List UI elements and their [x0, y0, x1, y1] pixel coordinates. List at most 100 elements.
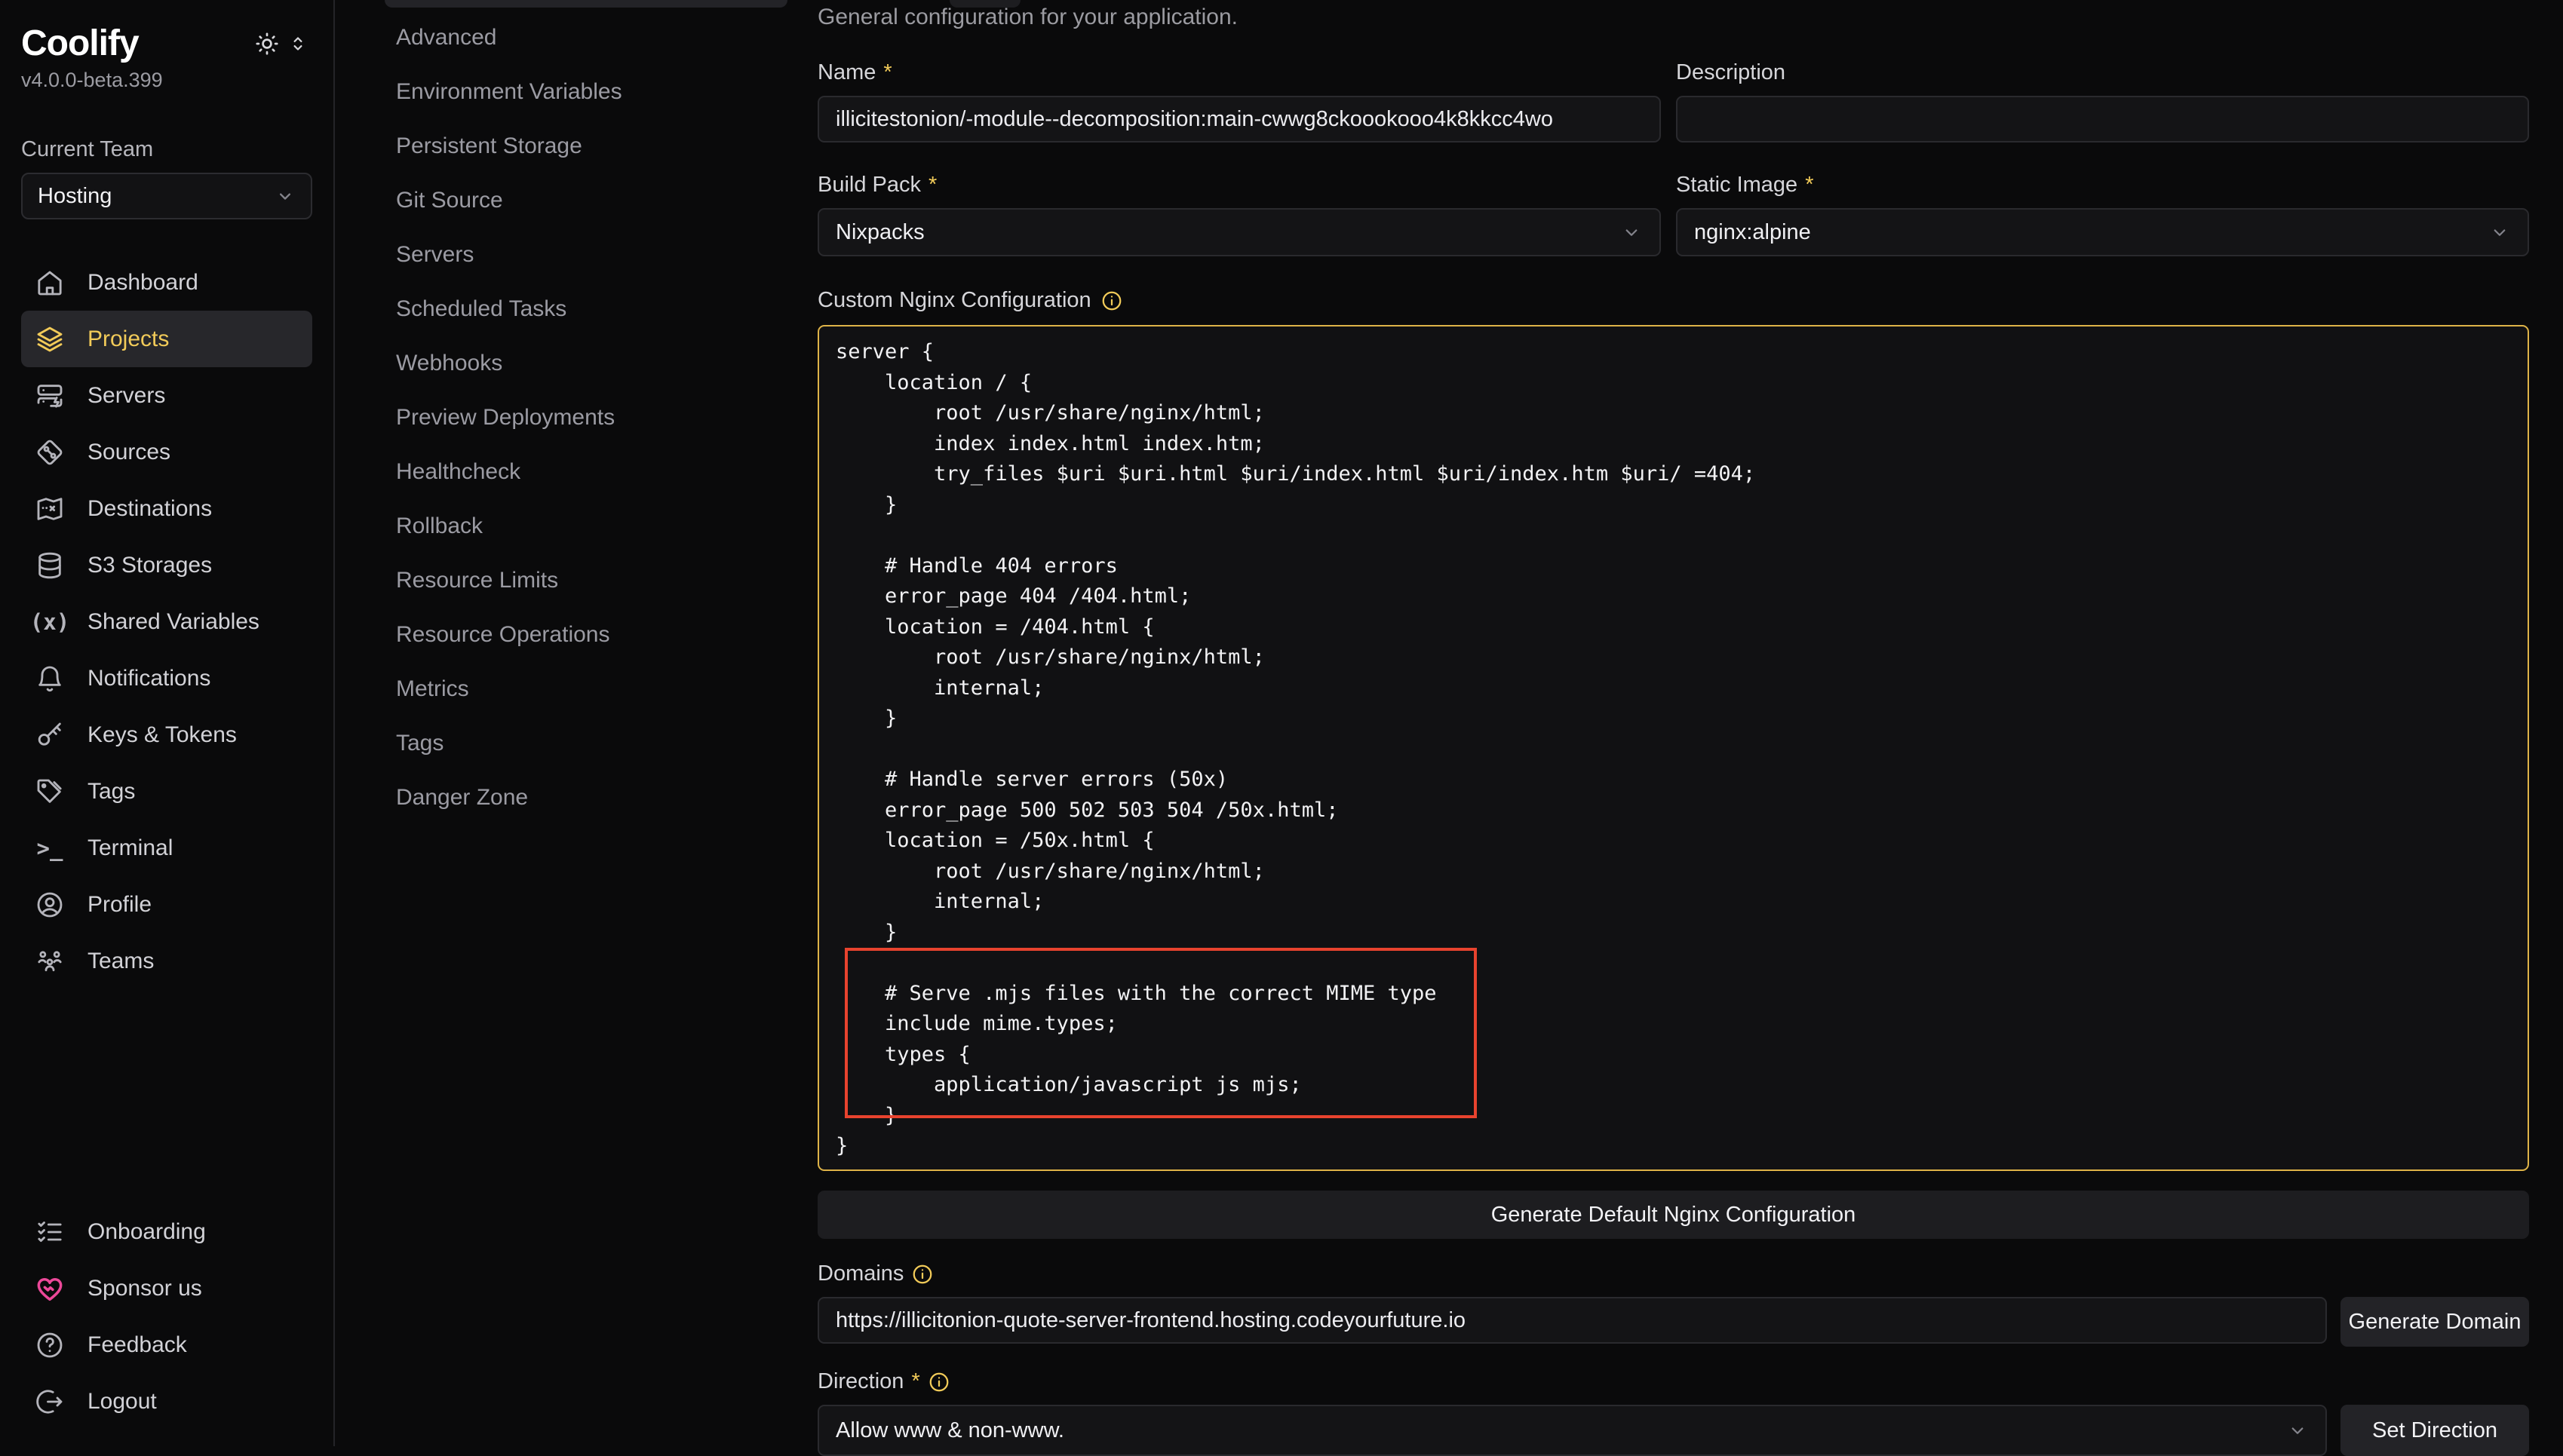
settings-nav-danger-zone[interactable]: Danger Zone: [396, 771, 818, 825]
sidebar-item-tags[interactable]: Tags: [21, 763, 312, 820]
settings-nav-advanced[interactable]: Advanced: [396, 11, 818, 65]
name-label: Name *: [818, 60, 1661, 85]
key-icon: [33, 720, 66, 750]
sidebar-item-label: Destinations: [87, 496, 212, 522]
name-input[interactable]: [818, 96, 1661, 143]
users-icon: [33, 946, 66, 976]
static-image-label: Static Image *: [1676, 173, 2529, 198]
info-icon[interactable]: [1100, 290, 1123, 312]
settings-nav-webhooks[interactable]: Webhooks: [396, 336, 818, 391]
app-logo: Coolify: [21, 23, 139, 64]
static-image-select[interactable]: nginx:alpine: [1676, 208, 2529, 256]
red-annotation-box: [845, 948, 1477, 1118]
settings-nav-resource-operations[interactable]: Resource Operations: [396, 608, 818, 662]
sidebar-item-sources[interactable]: Sources: [21, 424, 312, 480]
settings-nav-git-source[interactable]: Git Source: [396, 173, 818, 228]
domains-input[interactable]: [818, 1297, 2327, 1344]
sidebar-item-sponsor-us[interactable]: Sponsor us: [21, 1260, 312, 1317]
sidebar-item-profile[interactable]: Profile: [21, 876, 312, 933]
sidebar-item-feedback[interactable]: Feedback: [21, 1317, 312, 1373]
sidebar-item-label: Keys & Tokens: [87, 722, 237, 748]
server-icon: [33, 381, 66, 411]
chevron-down-icon: [1620, 221, 1643, 244]
sidebar-item-shared-variables[interactable]: (x) Shared Variables: [21, 593, 312, 650]
chevrons-up-down-icon: [287, 32, 309, 55]
nginx-config-label: Custom Nginx Configuration: [818, 288, 2529, 313]
required-asterisk: *: [883, 60, 892, 85]
settings-nav-metrics[interactable]: Metrics: [396, 662, 818, 716]
sidebar-item-label: Notifications: [87, 666, 210, 691]
required-asterisk: *: [1805, 173, 1813, 198]
theme-toggle-button[interactable]: [250, 27, 284, 60]
chevron-down-icon: [275, 185, 296, 207]
sidebar-item-destinations[interactable]: Destinations: [21, 480, 312, 537]
team-select[interactable]: Hosting: [21, 173, 312, 219]
sidebar-item-label: Dashboard: [87, 270, 198, 296]
sidebar-item-teams[interactable]: Teams: [21, 933, 312, 989]
bell-icon: [33, 664, 66, 694]
sidebar-item-dashboard[interactable]: Dashboard: [21, 254, 312, 311]
info-icon[interactable]: [911, 1263, 934, 1286]
database-icon: [33, 550, 66, 581]
build-pack-select[interactable]: Nixpacks: [818, 208, 1661, 256]
sidebar-item-notifications[interactable]: Notifications: [21, 650, 312, 707]
sidebar-item-logout[interactable]: Logout: [21, 1373, 312, 1430]
logout-icon: [33, 1387, 66, 1417]
sidebar-item-label: Tags: [87, 779, 135, 805]
direction-select[interactable]: Allow www & non-www.: [818, 1405, 2327, 1456]
terminal-icon: >_: [33, 835, 66, 861]
sidebar-item-onboarding[interactable]: Onboarding: [21, 1203, 312, 1260]
sidebar-item-label: Sources: [87, 440, 170, 465]
settings-nav-environment-variables[interactable]: Environment Variables: [396, 65, 818, 119]
sidebar-item-label: Terminal: [87, 835, 173, 861]
settings-nav-persistent-storage[interactable]: Persistent Storage: [396, 119, 818, 173]
sun-icon: [253, 30, 281, 57]
sidebar-item-label: Teams: [87, 949, 154, 974]
checklist-icon: [33, 1217, 66, 1247]
sidebar-item-projects[interactable]: Projects: [21, 311, 312, 367]
resource-settings-nav: Advanced Environment Variables Persisten…: [335, 0, 818, 1446]
sidebar-item-label: Servers: [87, 383, 165, 409]
required-asterisk: *: [929, 173, 937, 198]
settings-nav-tags[interactable]: Tags: [396, 716, 818, 771]
partial-top-element: [950, 0, 1021, 8]
map-icon: [33, 494, 66, 524]
settings-nav-rollback[interactable]: Rollback: [396, 499, 818, 553]
sidebar-nav: Dashboard Projects Servers: [21, 254, 312, 989]
sidebar-item-s3-storages[interactable]: S3 Storages: [21, 537, 312, 593]
direction-label: Direction *: [818, 1369, 2529, 1394]
settings-nav-scheduled-tasks[interactable]: Scheduled Tasks: [396, 282, 818, 336]
home-icon: [33, 268, 66, 298]
app-version: v4.0.0-beta.399: [21, 69, 312, 92]
sidebar-item-keys-tokens[interactable]: Keys & Tokens: [21, 707, 312, 763]
settings-nav-servers[interactable]: Servers: [396, 228, 818, 282]
current-team-label: Current Team: [21, 137, 312, 162]
settings-nav-resource-limits[interactable]: Resource Limits: [396, 553, 818, 608]
sidebar-item-servers[interactable]: Servers: [21, 367, 312, 424]
sidebar-item-terminal[interactable]: >_ Terminal: [21, 820, 312, 876]
set-direction-button[interactable]: Set Direction: [2340, 1405, 2529, 1456]
generate-default-nginx-config-button[interactable]: Generate Default Nginx Configuration: [818, 1191, 2529, 1239]
help-circle-icon: [33, 1330, 66, 1360]
sidebar-item-label: Profile: [87, 892, 152, 918]
general-settings-panel: General configuration for your applicati…: [818, 0, 2563, 1446]
sidebar-item-label: Shared Variables: [87, 609, 259, 635]
description-input[interactable]: [1676, 96, 2529, 143]
tag-icon: [33, 777, 66, 807]
settings-nav-preview-deployments[interactable]: Preview Deployments: [396, 391, 818, 445]
secondary-nav-active-item-partial[interactable]: [385, 0, 787, 8]
sidebar-item-label: S3 Storages: [87, 553, 212, 578]
info-icon[interactable]: [928, 1371, 950, 1393]
layers-icon: [33, 324, 66, 354]
settings-nav-healthcheck[interactable]: Healthcheck: [396, 445, 818, 499]
sidebar-collapse-button[interactable]: [284, 29, 312, 58]
sidebar-item-label: Logout: [87, 1389, 157, 1415]
sidebar: Coolify v4.0.0-beta.399 Current Team Hos…: [0, 0, 335, 1446]
page-description: General configuration for your applicati…: [818, 5, 2529, 30]
nginx-config-editor[interactable]: server { location / { root /usr/share/ng…: [818, 325, 2529, 1171]
build-pack-label: Build Pack *: [818, 173, 1661, 198]
sidebar-item-label: Feedback: [87, 1332, 187, 1358]
sidebar-item-label: Onboarding: [87, 1219, 206, 1245]
chevron-down-icon: [2286, 1419, 2309, 1442]
generate-domain-button[interactable]: Generate Domain: [2340, 1297, 2529, 1347]
